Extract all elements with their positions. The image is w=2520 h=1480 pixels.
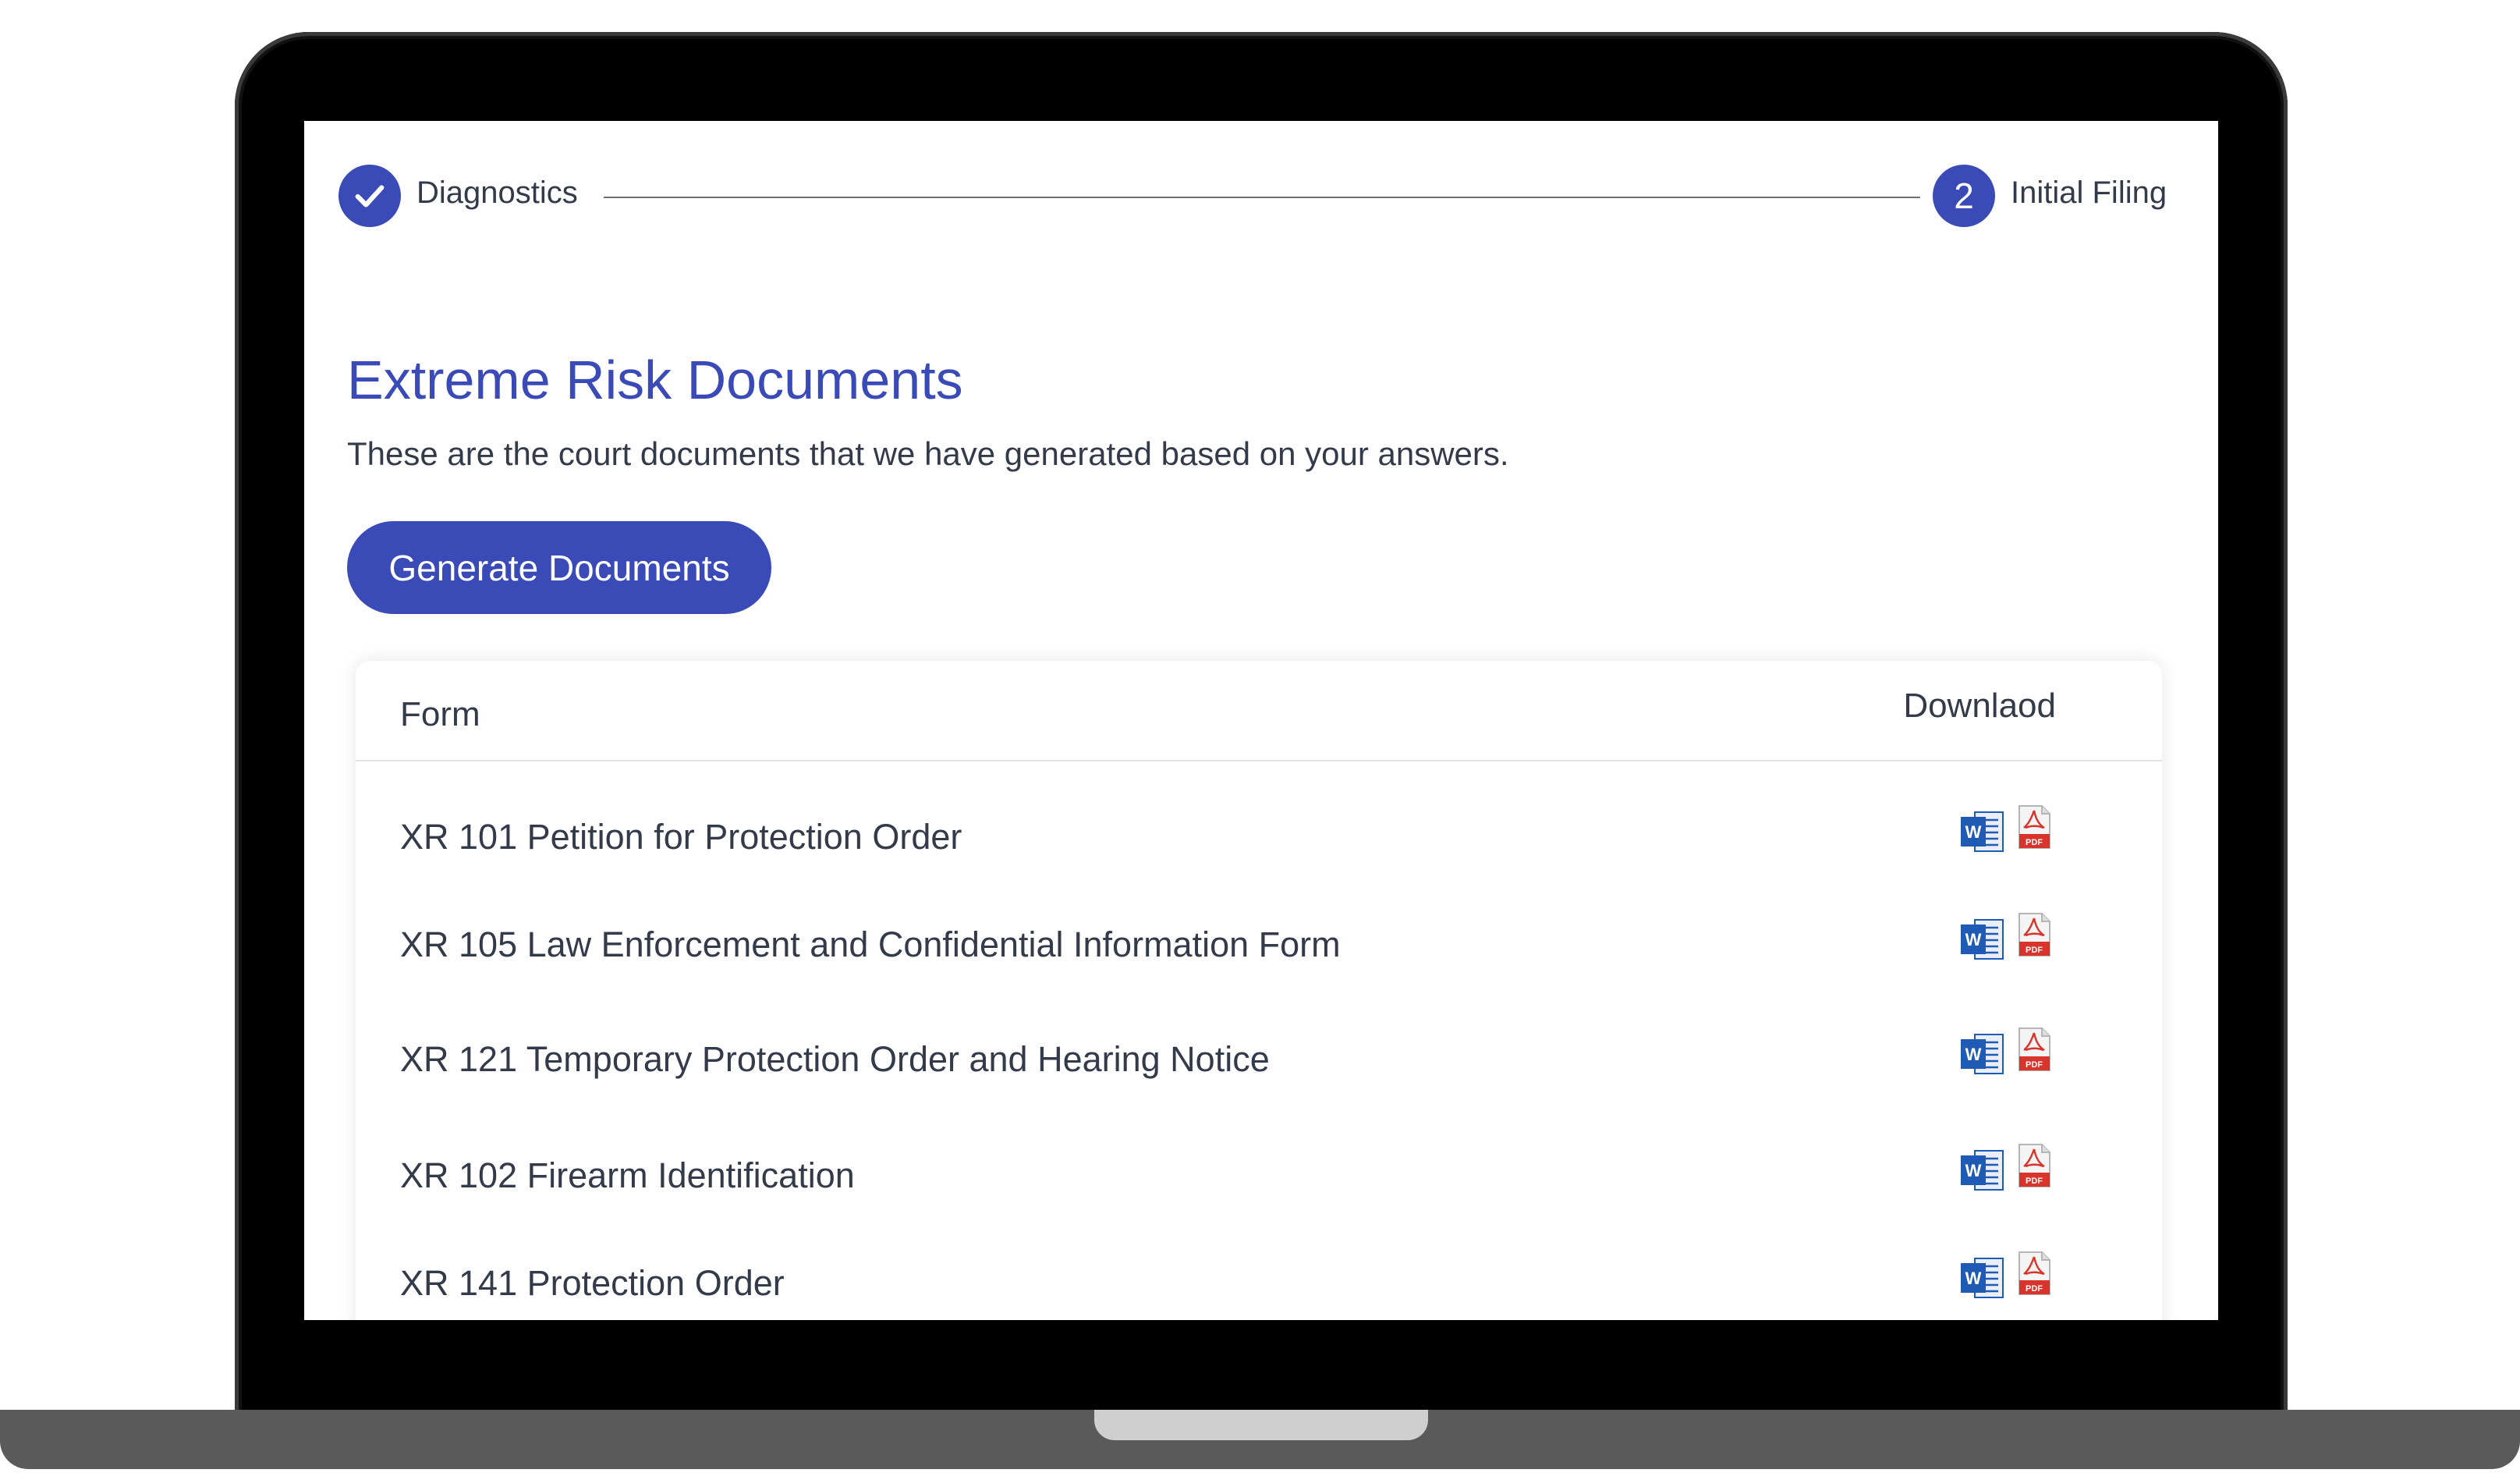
document-name: XR 121 Temporary Protection Order and He… <box>400 1039 1270 1079</box>
pdf-document-icon[interactable]: PDF <box>2017 1027 2051 1072</box>
pdf-document-icon[interactable]: PDF <box>2017 1143 2051 1188</box>
svg-text:W: W <box>1965 822 1982 842</box>
svg-text:W: W <box>1965 1161 1982 1180</box>
table-row: XR 102 Firearm Identification W PDF <box>356 1140 2162 1210</box>
svg-text:PDF: PDF <box>2026 838 2043 847</box>
pdf-document-icon[interactable]: PDF <box>2017 912 2051 957</box>
word-document-icon[interactable]: W <box>1959 918 2004 960</box>
table-row: XR 121 Temporary Protection Order and He… <box>356 1024 2162 1094</box>
documents-table: Form Downlaod XR 101 Petition for Protec… <box>356 661 2162 1320</box>
page-subtitle: These are the court documents that we ha… <box>347 435 1509 472</box>
progress-stepper: Diagnostics 2 Initial Filing <box>338 165 2179 227</box>
svg-text:PDF: PDF <box>2026 946 2043 955</box>
svg-text:W: W <box>1965 1045 1982 1064</box>
download-icons: W PDF <box>1959 912 2061 967</box>
app-screen: Diagnostics 2 Initial Filing Extreme Ris… <box>304 121 2218 1320</box>
word-document-icon[interactable]: W <box>1959 1149 2004 1191</box>
document-name: XR 101 Petition for Protection Order <box>400 817 962 857</box>
svg-text:PDF: PDF <box>2026 1177 2043 1186</box>
step-number-badge[interactable]: 2 <box>1933 165 1995 227</box>
download-icons: W PDF <box>1959 1143 2061 1198</box>
laptop-notch <box>1094 1410 1428 1440</box>
stepper-connector-line <box>604 197 1920 198</box>
column-header-download: Downlaod <box>1903 687 2056 725</box>
step-diagnostics-label[interactable]: Diagnostics <box>416 176 578 211</box>
svg-text:PDF: PDF <box>2026 1284 2043 1294</box>
step-complete-check-icon[interactable] <box>338 165 401 227</box>
svg-text:W: W <box>1965 1269 1982 1288</box>
checkmark-icon <box>355 185 385 208</box>
header-divider <box>356 760 2162 761</box>
table-row: XR 105 Law Enforcement and Confidential … <box>356 909 2162 979</box>
svg-text:W: W <box>1965 930 1982 949</box>
table-row: XR 141 Protection Order W PDF <box>356 1248 2162 1318</box>
word-document-icon[interactable]: W <box>1959 811 2004 853</box>
document-name: XR 105 Law Enforcement and Confidential … <box>400 925 1341 964</box>
document-name: XR 102 Firearm Identification <box>400 1155 855 1195</box>
word-document-icon[interactable]: W <box>1959 1033 2004 1075</box>
word-document-icon[interactable]: W <box>1959 1257 2004 1299</box>
column-header-form: Form <box>400 695 480 733</box>
download-icons: W PDF <box>1959 1027 2061 1081</box>
download-icons: W PDF <box>1959 804 2061 859</box>
generate-documents-button[interactable]: Generate Documents <box>347 521 771 614</box>
pdf-document-icon[interactable]: PDF <box>2017 1251 2051 1296</box>
page-title: Extreme Risk Documents <box>347 350 963 410</box>
document-name: XR 141 Protection Order <box>400 1263 785 1303</box>
step-initial-filing-label[interactable]: Initial Filing <box>2011 176 2167 211</box>
pdf-document-icon[interactable]: PDF <box>2017 804 2051 850</box>
table-row: XR 101 Petition for Protection Order W P… <box>356 801 2162 871</box>
svg-text:PDF: PDF <box>2026 1060 2043 1070</box>
download-icons: W PDF <box>1959 1251 2061 1305</box>
